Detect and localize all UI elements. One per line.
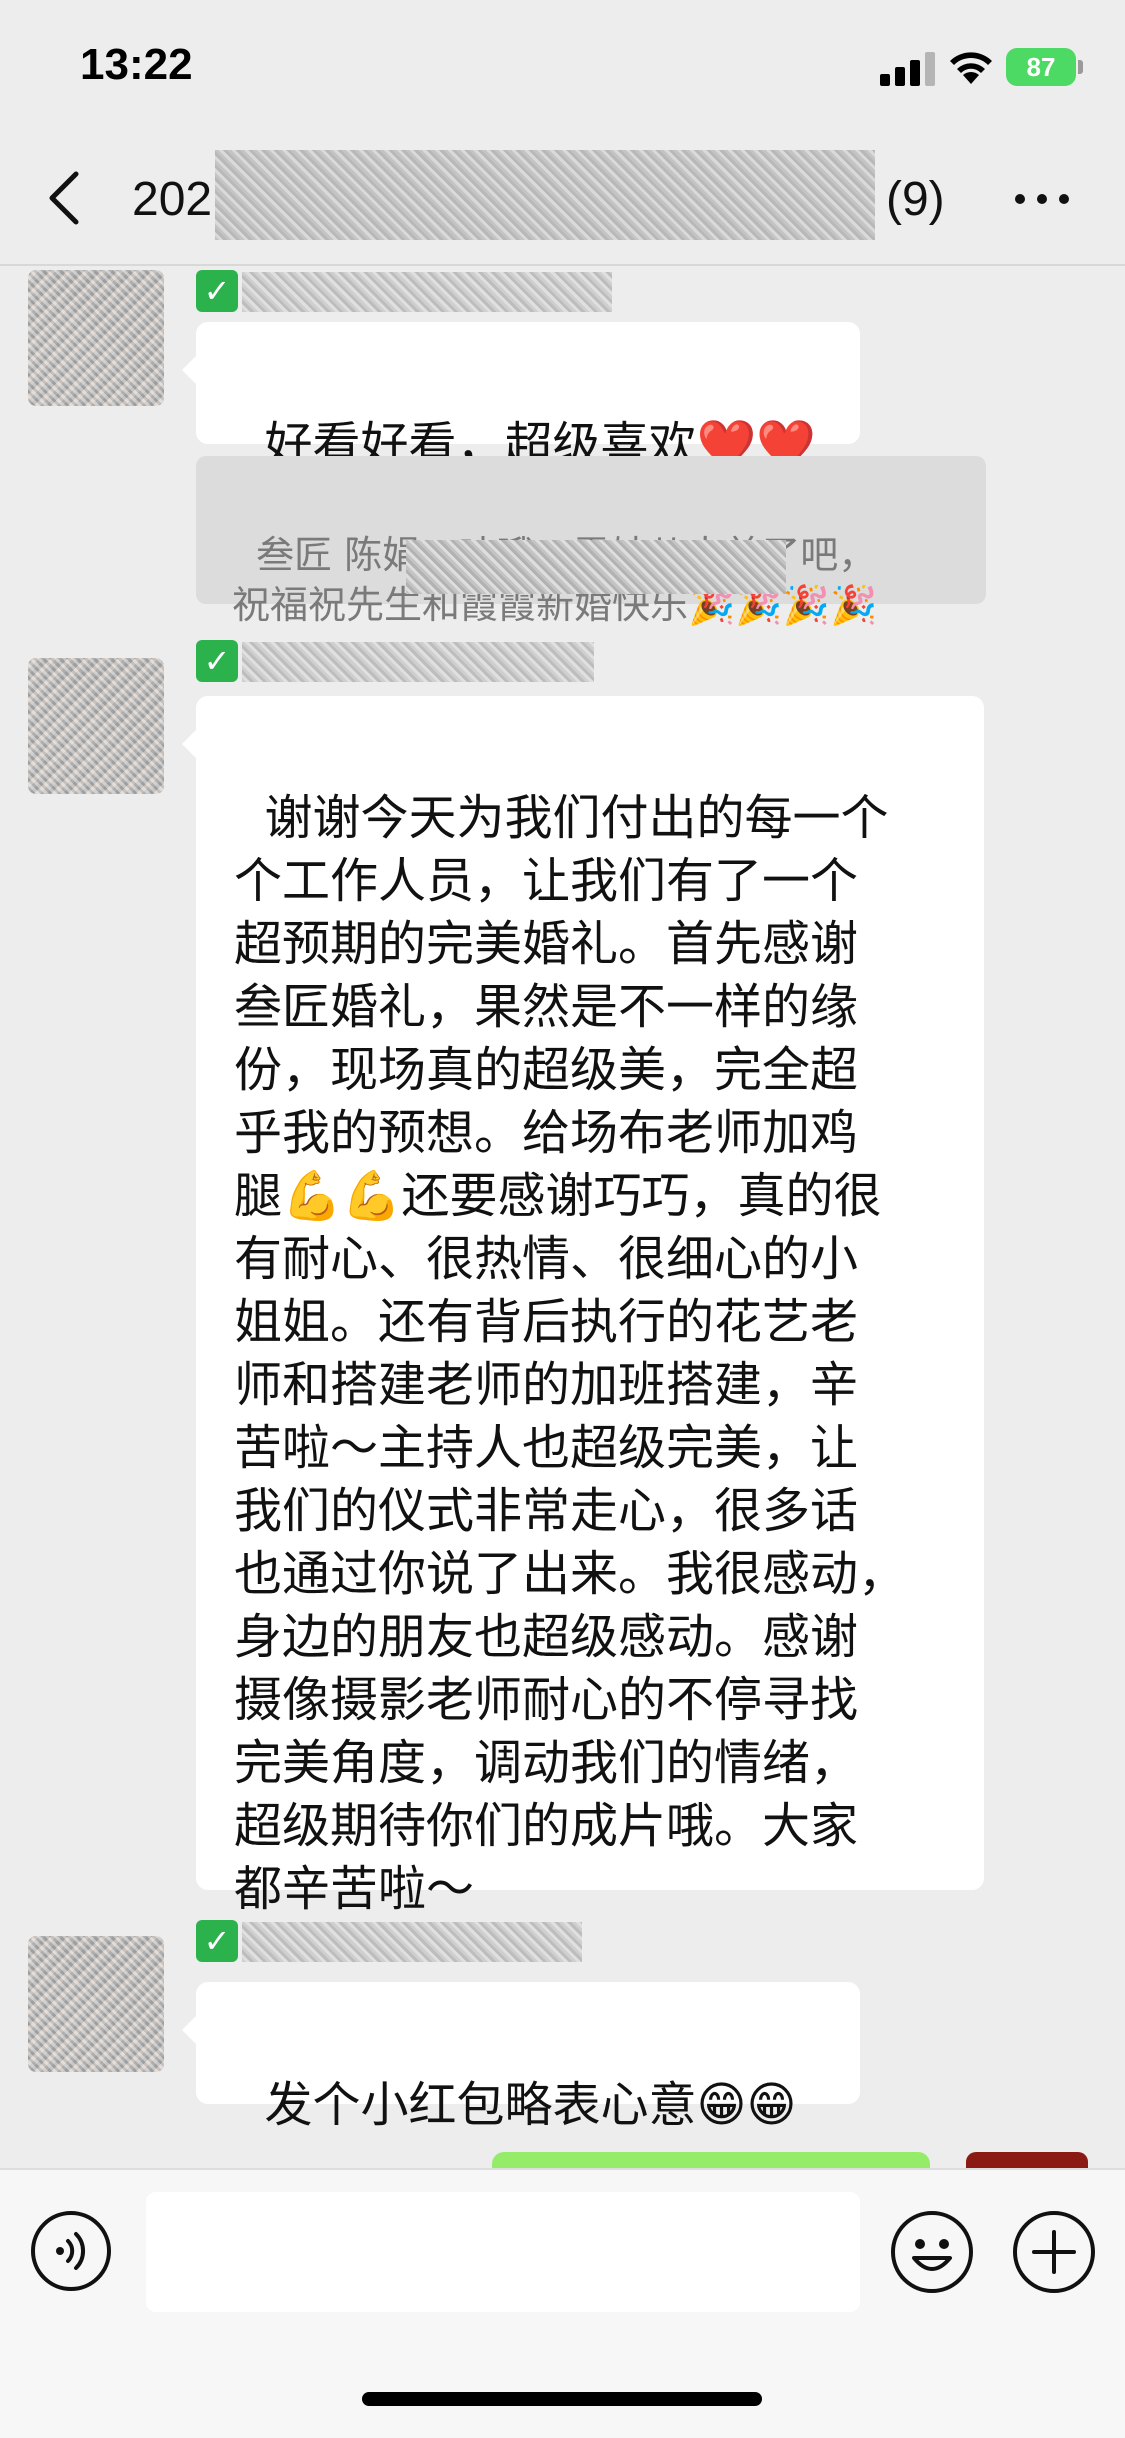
input-bar (0, 2168, 1125, 2438)
avatar[interactable] (28, 270, 164, 406)
home-indicator (362, 2392, 762, 2406)
emoji-icon[interactable] (890, 2210, 974, 2294)
plus-icon[interactable] (1012, 2210, 1096, 2294)
sender-name: ✓ (196, 640, 596, 684)
battery-indicator: 87 (1006, 48, 1076, 86)
checkmark-icon: ✓ (196, 270, 238, 312)
checkmark-icon: ✓ (196, 640, 238, 682)
quoted-message[interactable]: 叁匠 陈娟：哇哦，霞妹儿太美了吧， 祝福祝先生和霞霞新婚快乐🎉🎉🎉🎉 (196, 456, 986, 627)
cellular-signal-icon (880, 52, 935, 86)
message-text: 谢谢今天为我们付出的每一个 个工作人员，让我们有了一个 超预期的完美婚礼。首先感… (234, 790, 907, 1917)
checkmark-icon: ✓ (196, 1920, 238, 1962)
message-bubble[interactable]: 谢谢今天为我们付出的每一个 个工作人员，让我们有了一个 超预期的完美婚礼。首先感… (182, 696, 984, 1917)
voice-icon[interactable] (30, 2210, 112, 2292)
avatar[interactable] (28, 658, 164, 794)
avatar[interactable] (28, 1936, 164, 2072)
battery-level: 87 (1026, 52, 1056, 82)
sender-name: ✓ (196, 270, 616, 314)
wifi-icon (950, 52, 992, 84)
status-time: 13:22 (80, 40, 193, 89)
message-input[interactable] (146, 2192, 860, 2312)
status-bar: 13:22 87 (0, 0, 1125, 132)
message-text: 发个小红包略表心意😁😁 (264, 2077, 797, 2133)
name-redaction (242, 1922, 582, 1962)
battery-tip (1078, 60, 1083, 74)
more-dots-icon[interactable] (1012, 184, 1072, 214)
member-count: (9) (886, 173, 945, 226)
chat-header: 202 (9) (0, 132, 1125, 266)
message-bubble[interactable]: 发个小红包略表心意😁😁 (182, 1982, 860, 2133)
chat-title[interactable]: 202 (132, 172, 212, 227)
quote-redaction (406, 540, 786, 594)
name-redaction (242, 642, 594, 682)
name-redaction (242, 272, 612, 312)
sender-name: ✓ (196, 1920, 586, 1964)
chevron-left-icon[interactable] (44, 170, 84, 226)
title-redaction (215, 150, 875, 240)
message-bubble[interactable]: 好看好看，超级喜欢❤️❤️ (182, 322, 860, 473)
